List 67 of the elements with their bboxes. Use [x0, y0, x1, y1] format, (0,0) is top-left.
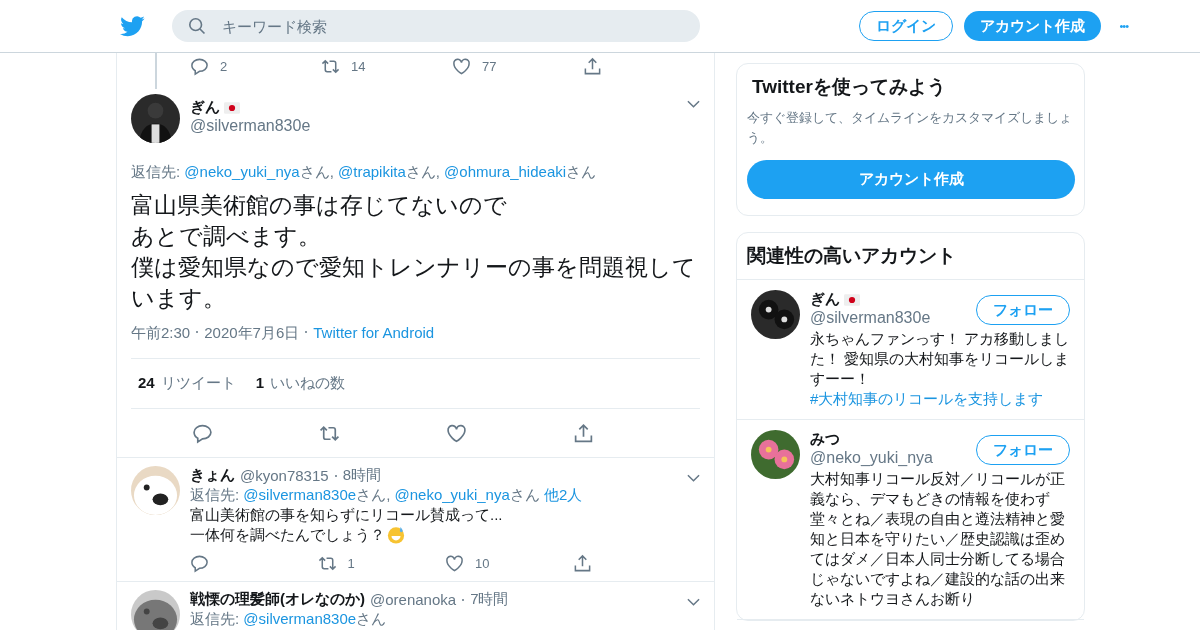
bird-logo-icon[interactable]	[120, 15, 145, 37]
reply-to-line: 返信先: @silverman830eさん, @neko_yuki_nyaさん 他2人	[190, 486, 584, 505]
mention-link[interactable]: @neko_yuki_nya	[184, 163, 300, 180]
reply-icon[interactable]	[192, 422, 213, 444]
user-handle[interactable]: @silverman830e	[190, 117, 677, 135]
user-name[interactable]: きょん	[190, 466, 235, 485]
source-link[interactable]: Twitter for Android	[313, 324, 435, 343]
tweet-age: 7時間	[470, 590, 509, 609]
search-icon	[188, 17, 206, 35]
login-button[interactable]: ログイン	[859, 11, 954, 41]
user-name[interactable]: みつ	[810, 430, 840, 449]
user-handle[interactable]: @silverman830e	[810, 309, 931, 327]
action-count: 1	[347, 555, 355, 571]
card-text: 今すぐ登録して、タイムラインをカスタマイズしましょう。	[747, 109, 1073, 147]
action-count: 10	[475, 555, 490, 571]
hashtag-link[interactable]: #大村知事のリコールを支持します	[810, 390, 1044, 407]
heart-icon[interactable]	[446, 422, 467, 444]
tweet-age: 8時間	[342, 466, 381, 485]
user-handle[interactable]: @neko_yuki_nya	[810, 449, 933, 467]
mention-link[interactable]: @silverman830e	[243, 610, 357, 627]
user-name[interactable]: ぎん	[190, 98, 220, 117]
tweet-text: あとで調べます。	[131, 222, 322, 251]
reply-to-line: 返信先: @neko_yuki_nyaさん, @trapikitaさん, @ohmura_hideakiさん	[131, 163, 598, 182]
user-handle[interactable]: @orenanoka	[370, 591, 457, 608]
mention-link[interactable]: @trapikita	[338, 163, 406, 180]
action-count: 77	[482, 59, 497, 74]
user-bio: 大村知事リコール反対／リコールが正義なら、デマもどきの情報を使わず堂々とね／表現の自由と遵法精神と愛知と日本を守りたい／歴史認識は歪めてはダメ／日本人同士分断してる場合じゃないですよね／建設的な話の出来ないネトウヨさんお断り	[810, 469, 1066, 609]
stat-label: リツイート	[160, 374, 236, 393]
mention-link[interactable]: @silverman830e	[243, 486, 357, 503]
reply-icon[interactable]	[190, 553, 209, 573]
chevron-down-icon[interactable]	[687, 100, 700, 109]
action-count: 2	[220, 59, 228, 74]
tweet-text: 僕は愛知県なので愛知トレンナリーの事を問題視しています。	[131, 253, 697, 313]
share-icon[interactable]	[583, 57, 602, 76]
mention-link[interactable]: @neko_yuki_nya	[394, 486, 510, 503]
stat-count: 1	[255, 374, 265, 393]
mention-link[interactable]: @ohmura_hideaki	[444, 163, 567, 180]
signup-button[interactable]: アカウント作成	[964, 11, 1102, 41]
follow-button[interactable]: フォロー	[976, 435, 1070, 465]
user-bio: 永ちゃんファンっす！ アカ移動しました！ 愛知県の大村知事をリコールしますーー！ #大村知事のリコールを支持します	[810, 329, 1070, 409]
search-field[interactable]: キーワード検索	[172, 10, 700, 42]
chevron-down-icon[interactable]	[687, 598, 700, 607]
reply-icon[interactable]	[190, 57, 209, 76]
tweet-text: 一体何を調べたんでしょう？	[190, 525, 700, 545]
tweet-time: 午前2:30	[131, 324, 191, 343]
tweet-date: 2020年7月6日	[204, 324, 300, 343]
action-count: 14	[351, 59, 366, 74]
retweet-icon[interactable]	[321, 57, 340, 76]
user-name[interactable]: ぎん	[810, 290, 840, 309]
share-icon[interactable]	[573, 422, 594, 444]
reply-to-line: 返信先: @silverman830eさん	[190, 610, 388, 629]
tweet-text: 富山県美術館の事は存じてないので	[131, 191, 508, 220]
card-title: Twitterを使ってみよう	[752, 75, 947, 99]
stat-label: いいねの数	[270, 374, 346, 393]
card-title: 関連性の高いアカウント	[737, 233, 1084, 280]
more-button[interactable]: •••	[1113, 20, 1134, 32]
stat-count: 24	[138, 374, 155, 393]
chevron-down-icon[interactable]	[687, 474, 700, 483]
follow-button[interactable]: フォロー	[976, 295, 1070, 325]
heart-icon[interactable]	[445, 553, 464, 573]
user-name[interactable]: 戦慄の理髪師(オレなのか)	[190, 590, 365, 609]
mention-link[interactable]: 他2人	[543, 486, 583, 503]
tweet-text: 富山美術館の事を知らずにリコール賛成って...	[190, 505, 504, 525]
user-handle[interactable]: @kyon78315	[240, 467, 329, 484]
signup-button[interactable]: アカウント作成	[747, 160, 1075, 199]
heart-icon[interactable]	[452, 57, 471, 76]
share-icon[interactable]	[572, 553, 592, 573]
